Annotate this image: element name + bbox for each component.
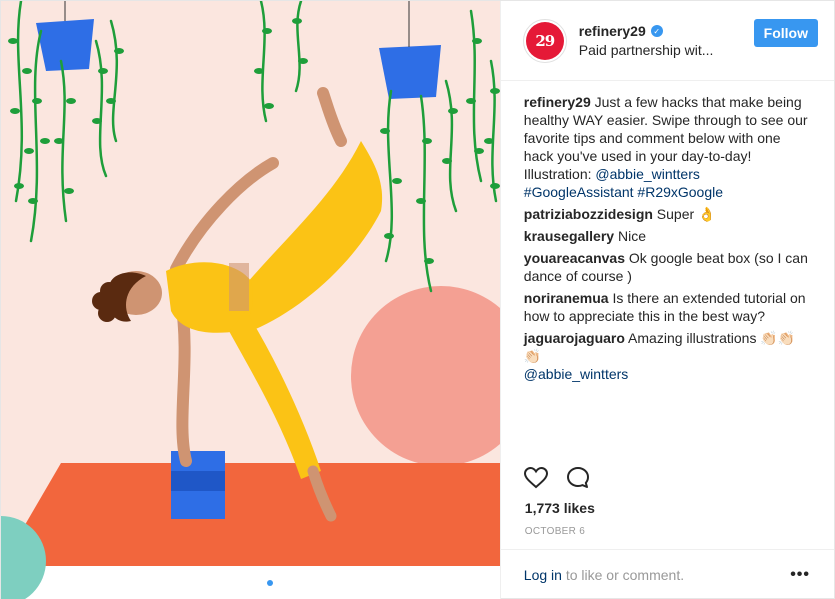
plant-pot-left xyxy=(36,19,94,71)
carousel-indicator[interactable] xyxy=(1,580,500,586)
comment-username[interactable]: youareacanvas xyxy=(524,250,625,266)
carousel-dot[interactable] xyxy=(227,580,234,586)
verified-icon: ✓ xyxy=(650,25,663,37)
login-prompt: Log in to like or comment. xyxy=(524,567,790,583)
comment-username[interactable]: patriziabozzidesign xyxy=(524,206,653,222)
caption-username[interactable]: refinery29 xyxy=(524,94,591,110)
heart-icon[interactable] xyxy=(523,466,548,494)
user-line: refinery29 ✓ xyxy=(579,23,754,39)
comment-item: krausegallery Nice xyxy=(524,227,810,245)
post-sidebar: 29 refinery29 ✓ Paid partnership wit... … xyxy=(499,1,834,599)
post-footer: Log in to like or comment. ••• xyxy=(500,549,834,599)
comment-item: patriziabozzidesign Super 👌 xyxy=(524,205,810,223)
carousel-dot[interactable] xyxy=(257,580,264,586)
caption-hashtags[interactable]: #GoogleAssistant #R29xGoogle xyxy=(524,183,810,201)
comment-username[interactable]: krausegallery xyxy=(524,228,614,244)
comment-text: Super 👌 xyxy=(652,206,716,222)
header-text: refinery29 ✓ Paid partnership wit... xyxy=(579,23,754,58)
post-date: OCTOBER 6 xyxy=(524,526,586,537)
username-link[interactable]: refinery29 xyxy=(579,23,646,39)
avatar[interactable]: 29 xyxy=(522,18,567,63)
yoga-illustration xyxy=(1,1,500,599)
comment-username[interactable]: jaguarojaguaro xyxy=(524,330,625,346)
comment-item: youareacanvas Ok google beat box (so I c… xyxy=(524,249,810,285)
comments-list: refinery29 Just a few hacks that make be… xyxy=(501,81,834,451)
post-actions xyxy=(523,466,590,495)
comment-username[interactable]: noriranemua xyxy=(524,290,609,306)
login-link[interactable]: Log in xyxy=(524,567,562,583)
more-icon[interactable]: ••• xyxy=(790,566,810,584)
paid-partnership-label[interactable]: Paid partnership wit... xyxy=(579,42,754,58)
login-prompt-text: to like or comment. xyxy=(561,567,685,583)
comment-mention[interactable]: @abbie_wintters xyxy=(524,365,810,383)
post-header: 29 refinery29 ✓ Paid partnership wit... … xyxy=(500,1,834,81)
comment-item: jaguarojaguaro Amazing illustrations 👏🏻👏… xyxy=(524,329,810,383)
comment-item: noriranemua Is there an extended tutoria… xyxy=(524,289,810,325)
comment-icon[interactable] xyxy=(566,466,590,495)
post-image[interactable] xyxy=(1,1,500,599)
caption-mention[interactable]: @abbie_wintters xyxy=(595,166,700,182)
follow-button[interactable]: Follow xyxy=(753,18,818,47)
plant-pot-right xyxy=(379,45,441,99)
yoga-mat xyxy=(1,463,500,566)
brand-logo: 29 xyxy=(525,21,564,60)
likes-count[interactable]: 1,773 likes xyxy=(525,500,595,516)
carousel-dot[interactable] xyxy=(267,580,274,586)
caption: refinery29 Just a few hacks that make be… xyxy=(524,93,810,201)
carousel-dot[interactable] xyxy=(237,580,244,586)
carousel-dot[interactable] xyxy=(247,580,254,586)
instagram-post: 29 refinery29 ✓ Paid partnership wit... … xyxy=(0,0,835,599)
comment-text: Nice xyxy=(614,228,646,244)
